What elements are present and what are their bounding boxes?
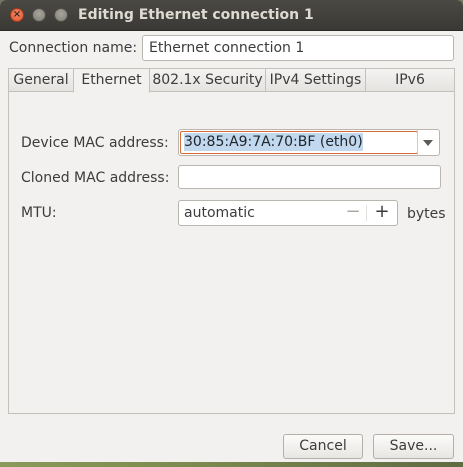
cloned-mac-input[interactable] bbox=[178, 165, 441, 189]
mtu-value[interactable]: automatic bbox=[184, 201, 255, 225]
tab-bar: General Ethernet 802.1x Security IPv4 Se… bbox=[8, 68, 455, 110]
cancel-button[interactable]: Cancel bbox=[283, 434, 363, 459]
minimize-button[interactable] bbox=[32, 8, 46, 22]
connection-name-label: Connection name: bbox=[9, 40, 138, 56]
device-mac-entry[interactable]: 30:85:A9:7A:70:BF (eth0) bbox=[180, 131, 418, 154]
save-button[interactable]: Save... bbox=[373, 434, 454, 459]
cloned-mac-label: Cloned MAC address: bbox=[21, 170, 170, 186]
minus-icon[interactable]: − bbox=[343, 201, 363, 223]
chevron-down-icon bbox=[423, 140, 433, 146]
dialog-window: × Editing Ethernet connection 1 Connecti… bbox=[0, 0, 463, 467]
plus-icon[interactable]: + bbox=[372, 201, 392, 223]
tab-ethernet[interactable]: Ethernet bbox=[73, 68, 150, 93]
mtu-label: MTU: bbox=[21, 205, 57, 221]
mtu-unit-label: bytes bbox=[407, 206, 446, 222]
close-button[interactable]: × bbox=[10, 8, 24, 22]
title-bar[interactable]: × Editing Ethernet connection 1 bbox=[0, 0, 463, 31]
tab-ipv4-settings[interactable]: IPv4 Settings bbox=[265, 68, 366, 92]
spin-divider bbox=[366, 205, 367, 221]
desktop-background-strip bbox=[0, 462, 463, 467]
maximize-button[interactable] bbox=[54, 8, 68, 22]
tab-8021x-security[interactable]: 802.1x Security bbox=[149, 68, 266, 92]
window-title: Editing Ethernet connection 1 bbox=[78, 7, 314, 23]
connection-name-input[interactable]: Ethernet connection 1 bbox=[142, 35, 454, 61]
tab-general[interactable]: General bbox=[8, 68, 74, 92]
device-mac-label: Device MAC address: bbox=[21, 135, 169, 151]
device-mac-dropdown-button[interactable] bbox=[417, 130, 439, 155]
device-mac-combobox[interactable]: 30:85:A9:7A:70:BF (eth0) bbox=[178, 129, 440, 156]
tab-ipv6-settings[interactable]: IPv6 Settings bbox=[365, 68, 455, 110]
close-icon: × bbox=[12, 9, 22, 20]
device-mac-value: 30:85:A9:7A:70:BF (eth0) bbox=[184, 133, 363, 151]
mtu-spinbutton[interactable]: automatic − + bbox=[178, 200, 398, 226]
